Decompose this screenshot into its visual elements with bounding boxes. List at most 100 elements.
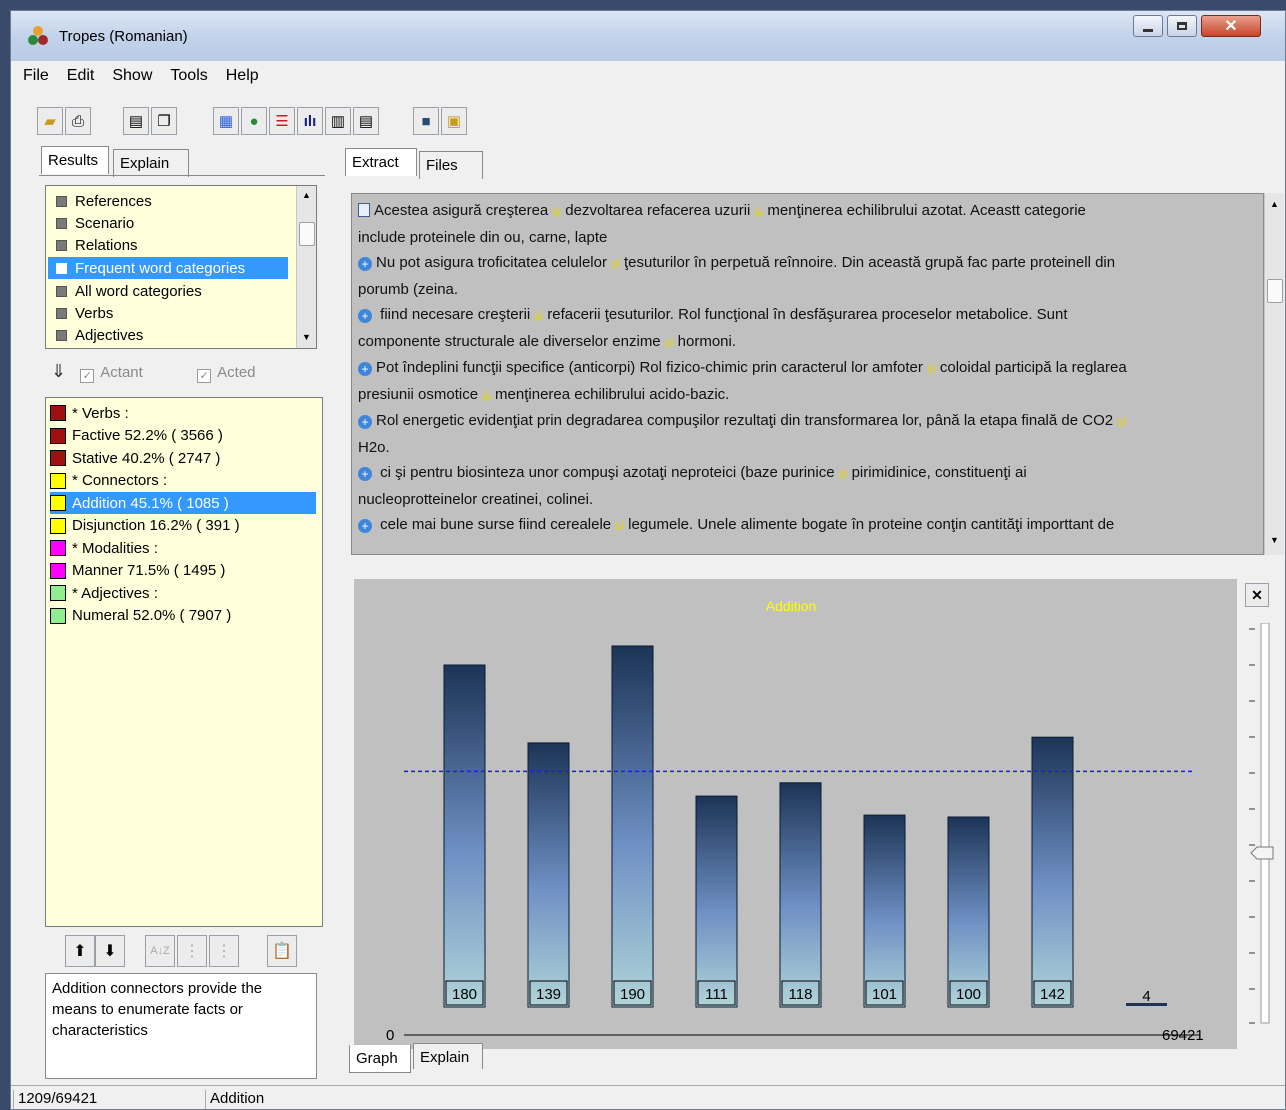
stacked-graph-button[interactable]: ▥	[325, 107, 351, 135]
print-button[interactable]: ⎙	[65, 107, 91, 135]
bar-graph-button[interactable]: ılı	[297, 107, 323, 135]
category-row[interactable]: Manner 71.5% ( 1495 )	[50, 560, 225, 582]
result-item-frequent-word-categories[interactable]: Frequent word categories	[48, 257, 288, 279]
minimize-button[interactable]	[1133, 15, 1163, 37]
chart-title: Addition	[766, 598, 817, 614]
menu-edit[interactable]: Edit	[67, 67, 95, 85]
expand-plus-icon[interactable]: +	[358, 257, 372, 271]
extract-scroll-thumb[interactable]	[1267, 279, 1283, 303]
scroll-down-icon[interactable]: ▼	[302, 332, 311, 342]
result-item-scenario[interactable]: Scenario	[56, 212, 134, 234]
expand-plus-icon[interactable]: +	[358, 309, 372, 323]
result-item-adjectives[interactable]: Adjectives	[56, 324, 143, 346]
result-item-references[interactable]: References	[56, 190, 152, 212]
menu-help[interactable]: Help	[226, 67, 259, 85]
menu-show[interactable]: Show	[112, 67, 152, 85]
extract-line[interactable]: + Pot îndeplini funcţii specifice (antico…	[358, 355, 1257, 382]
results-list: References Scenario Relations Frequent w…	[45, 185, 317, 349]
category-row[interactable]: * Adjectives :	[50, 582, 158, 604]
move-up-button[interactable]: ⬆	[65, 935, 95, 967]
extract-line[interactable]: include proteinele din ou, carne, lapte	[358, 225, 1257, 251]
category-row[interactable]: Numeral 52.0% ( 7907 )	[50, 605, 231, 627]
expand-button[interactable]: ⋮	[177, 935, 207, 967]
zoom-slider[interactable]	[1243, 622, 1277, 1033]
extract-line[interactable]: porumb (zeina.	[358, 277, 1257, 303]
extract-scrollbar[interactable]: ▲ ▼	[1264, 193, 1284, 555]
chart-bar[interactable]	[695, 795, 738, 1008]
extract-line[interactable]: + ci şi pentru biosinteza unor compuşi a…	[358, 460, 1257, 487]
scenario-view-button[interactable]: ●	[241, 107, 267, 135]
category-row[interactable]: * Modalities :	[50, 537, 158, 559]
chart-bar[interactable]	[611, 645, 654, 1008]
actant-checkbox[interactable]: ✓	[80, 369, 95, 383]
extract-line[interactable]: componente structurale ale diverselor en…	[358, 329, 1257, 356]
tab-extract[interactable]: Extract	[345, 148, 417, 176]
result-item-all-word-categories[interactable]: All word categories	[56, 280, 202, 302]
item-square-icon	[56, 195, 67, 207]
maximize-button[interactable]	[1167, 15, 1197, 37]
chart-bar[interactable]	[1031, 736, 1074, 1008]
acted-checkbox[interactable]: ✓	[197, 369, 212, 383]
expand-plus-icon[interactable]: +	[358, 362, 372, 376]
extract-line[interactable]: + fiind necesare creşterii şi refacerii …	[358, 302, 1257, 329]
dictionary-button[interactable]: ■	[413, 107, 439, 135]
scroll-up-icon[interactable]: ▲	[1270, 199, 1279, 209]
tab-explain-left[interactable]: Explain	[113, 149, 189, 177]
chart-bar[interactable]	[779, 782, 822, 1008]
extract-line[interactable]: presiunii osmotice şi menţinerea echilib…	[358, 382, 1257, 409]
category-row[interactable]: Disjunction 16.2% ( 391 )	[50, 515, 240, 537]
relations-view-button[interactable]: ☰	[269, 107, 295, 135]
expand-plus-icon[interactable]: +	[358, 467, 372, 481]
category-row[interactable]: Addition 45.1% ( 1085 )	[50, 492, 316, 514]
chart-bar[interactable]	[947, 816, 990, 1008]
scroll-up-icon[interactable]: ▲	[302, 190, 311, 200]
scroll-down-icon[interactable]: ▼	[1270, 535, 1279, 545]
grid-view-button[interactable]: ▦	[213, 107, 239, 135]
expand-plus-icon[interactable]: +	[358, 519, 372, 533]
collapse-button[interactable]: ⋮	[209, 935, 239, 967]
chart-bar[interactable]	[863, 814, 906, 1008]
results-scrollbar[interactable]: ▲ ▼	[296, 186, 316, 348]
arrow-down-icon: ⬇	[103, 943, 117, 960]
category-row[interactable]: * Connectors :	[50, 470, 167, 492]
menu-tools[interactable]: Tools	[170, 67, 207, 85]
extract-line[interactable]: Acestea asigură creşterea şi dezvoltarea…	[358, 198, 1257, 225]
extract-line[interactable]: nucleoprotteinelor creatinei, colinei.	[358, 487, 1257, 513]
table-view-button[interactable]: ▤	[353, 107, 379, 135]
tropes-app-icon	[28, 26, 48, 45]
properties-button[interactable]: ▤	[123, 107, 149, 135]
tab-graph[interactable]: Graph	[349, 1045, 411, 1073]
move-down-icon[interactable]: ⇓	[51, 361, 66, 381]
tab-results[interactable]: Results	[41, 146, 109, 174]
sort-button[interactable]: A↓Z	[145, 935, 175, 967]
category-row[interactable]: * Verbs :	[50, 402, 129, 424]
bar-value-label: 4	[1142, 988, 1150, 1005]
menu-file[interactable]: File	[23, 67, 49, 85]
open-button[interactable]: ▰	[37, 107, 63, 135]
paste-button[interactable]: 📋	[267, 935, 297, 967]
extract-line[interactable]: + cele mai bune surse fiind cerealele şi…	[358, 512, 1257, 539]
extract-line[interactable]: + Rol energetic evidenţiat prin degradare…	[358, 408, 1257, 435]
close-button[interactable]: ✕	[1201, 15, 1261, 37]
arrow-up-icon: ⬆	[73, 943, 87, 960]
close-graph-button[interactable]: ✕	[1245, 583, 1269, 607]
extract-text: pirimidinice, constituenţi ai	[847, 464, 1027, 481]
export-button[interactable]: ▣	[441, 107, 467, 135]
slider-ticks	[1249, 622, 1274, 1024]
expand-plus-icon[interactable]: +	[358, 415, 372, 429]
move-down-button[interactable]: ⬇	[95, 935, 125, 967]
category-row[interactable]: Factive 52.2% ( 3566 )	[50, 425, 223, 447]
tab-files[interactable]: Files	[419, 151, 483, 179]
results-scroll-thumb[interactable]	[299, 222, 315, 246]
tab-explain-graph[interactable]: Explain	[413, 1043, 483, 1069]
category-row[interactable]: Stative 40.2% ( 2747 )	[50, 447, 220, 469]
extract-line[interactable]: H2o.	[358, 435, 1257, 461]
result-item-relations[interactable]: Relations	[56, 234, 138, 256]
chart-bar[interactable]	[443, 664, 486, 1008]
copy-button[interactable]: ❐	[151, 107, 177, 135]
extract-line[interactable]: + Nu pot asigura troficitatea celulelor ş…	[358, 250, 1257, 277]
result-item-verbs[interactable]: Verbs	[56, 302, 113, 324]
chart-bar[interactable]	[527, 742, 570, 1008]
application-window: Tropes (Romanian) ✕ File Edit Show Tools…	[10, 10, 1286, 1110]
extract-text: refacerii ţesuturilor. Rol funcţional în…	[543, 306, 1068, 323]
